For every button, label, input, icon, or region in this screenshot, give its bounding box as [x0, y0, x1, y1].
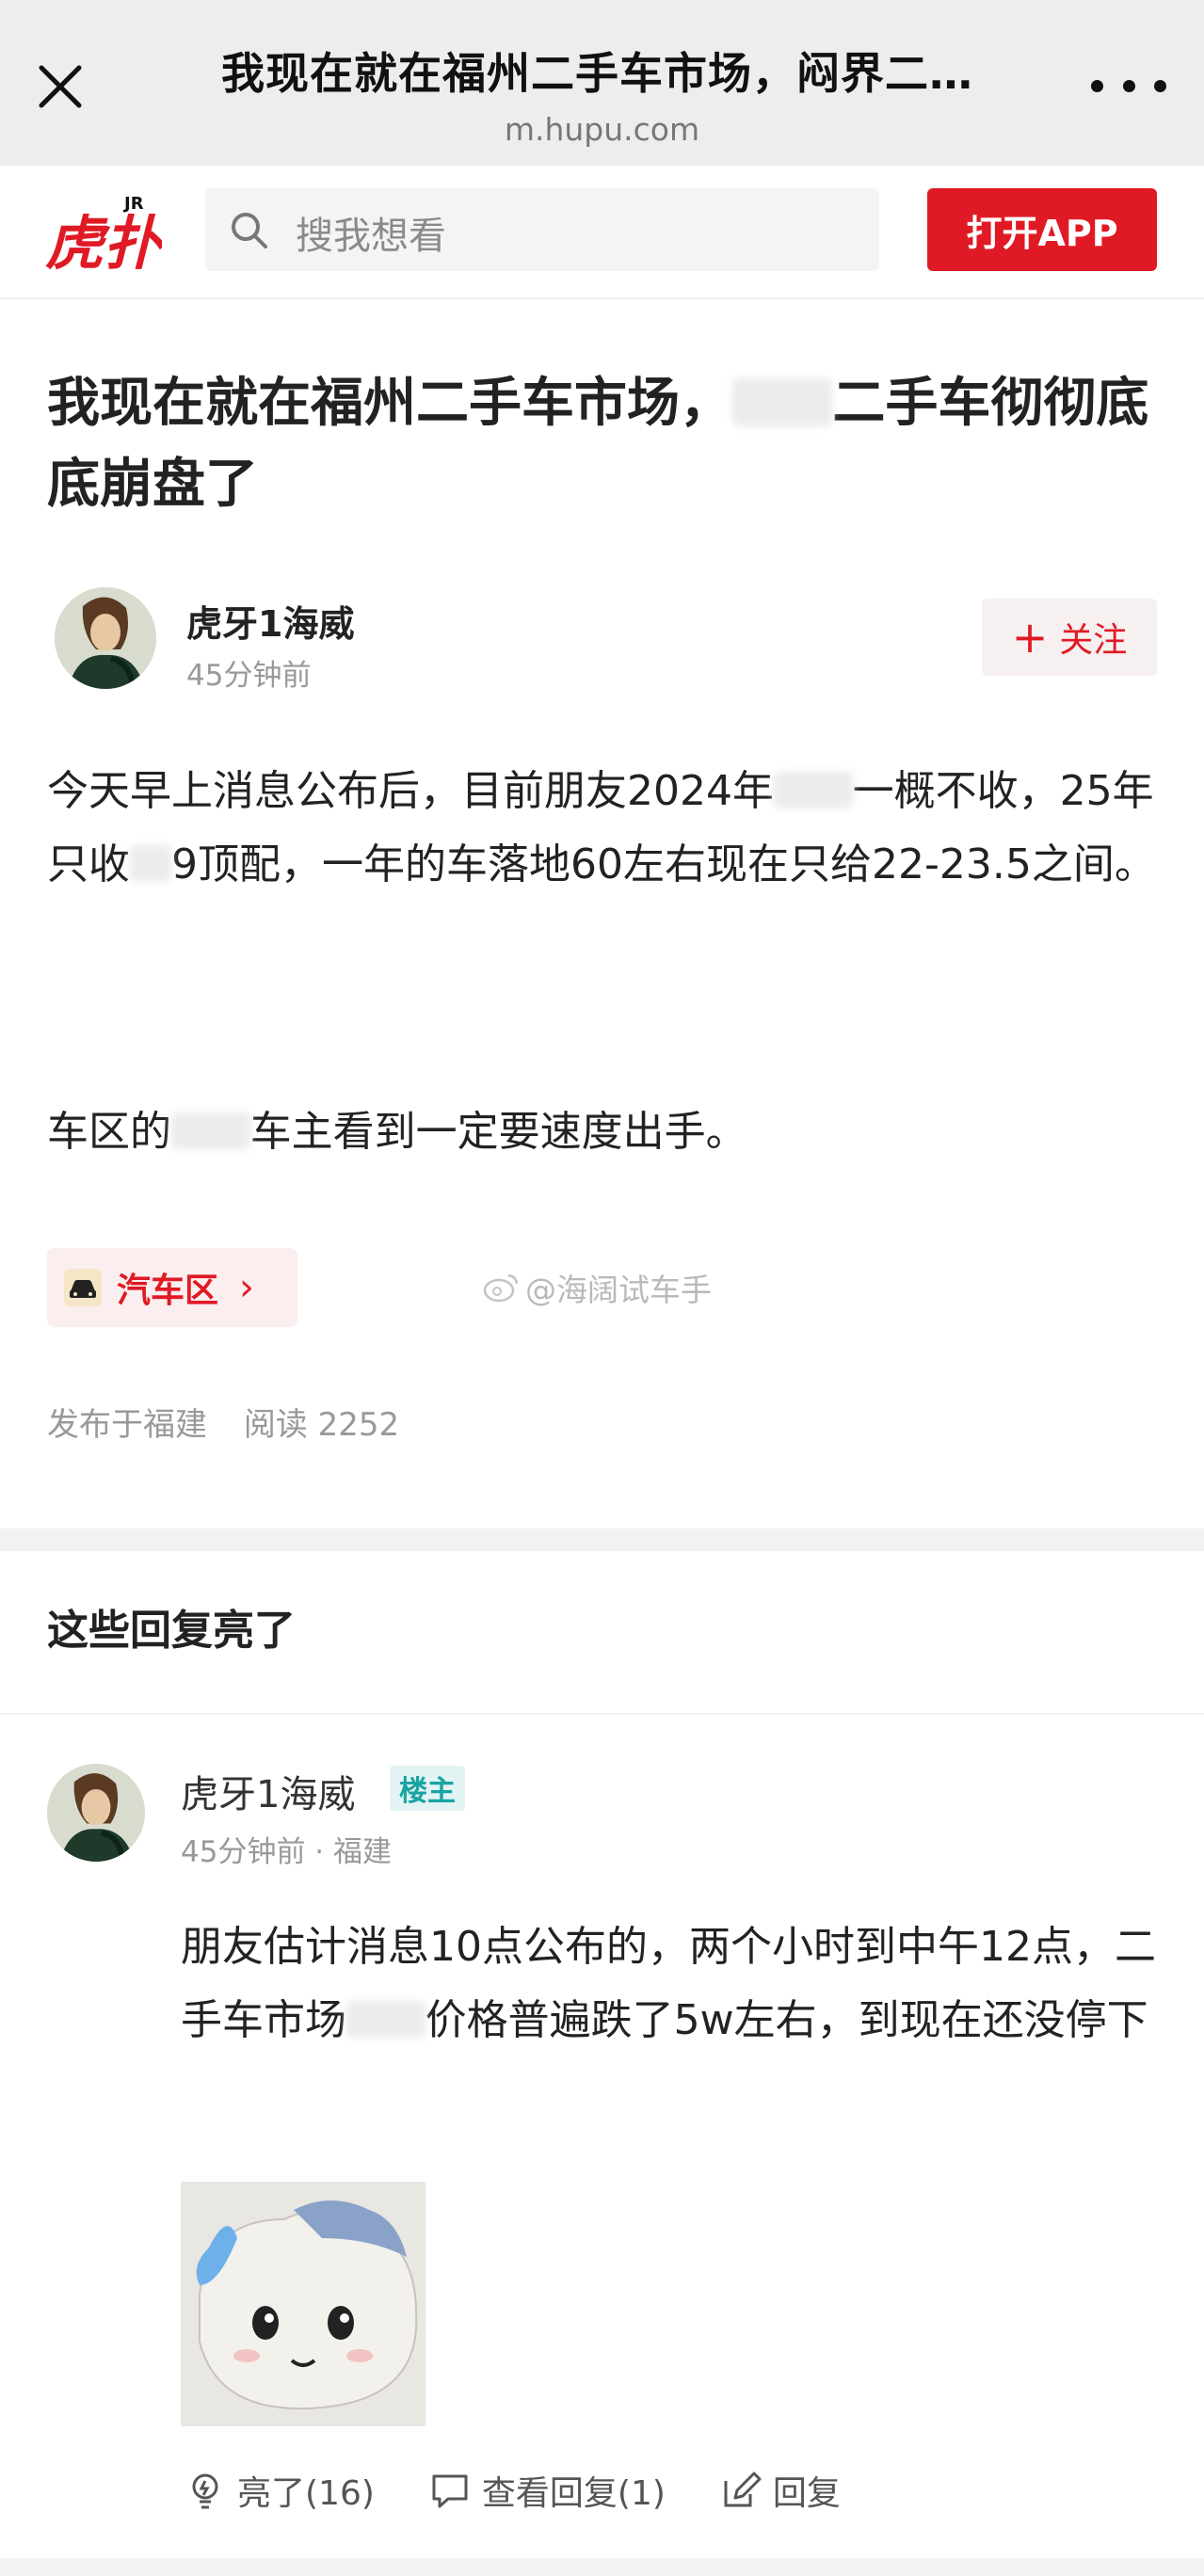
plus-icon: +	[1011, 612, 1049, 663]
reply-text: 朋友估计消息10点公布的，两个小时到中午12点，二手车市场 价格普遍跌了5w左右，…	[181, 1923, 1156, 2044]
browser-page-title: 我现在就在福州二手车市场，闷界二…	[221, 48, 973, 99]
browser-top-bar: 我现在就在福州二手车市场，闷界二… m.hupu.com	[0, 0, 1204, 166]
watermark: @海阔试车手	[482, 1265, 712, 1310]
reply-actions: 亮了(16) 查看回复(1) 回复	[185, 2462, 895, 2519]
blurred-text	[171, 1112, 250, 1150]
blurred-text	[130, 844, 171, 883]
site-header: 虎扑 JR 搜我想看 打开APP	[0, 166, 1204, 299]
follow-button[interactable]: + 关注	[982, 599, 1157, 676]
chevron-right-icon: ›	[239, 1266, 255, 1309]
browser-url: m.hupu.com	[504, 111, 700, 148]
hupu-logo[interactable]: 虎扑 JR	[45, 188, 166, 278]
blurred-text	[732, 378, 833, 426]
edit-icon	[724, 2472, 762, 2507]
bottom-divider	[0, 2558, 1204, 2576]
blurred-text	[773, 771, 853, 809]
close-button[interactable]	[32, 58, 88, 115]
weibo-icon	[483, 1273, 519, 1303]
section-divider	[0, 1528, 1204, 1551]
article-meta: 发布于福建 阅读 2252	[47, 1406, 400, 1444]
close-icon	[39, 65, 82, 108]
post-time: 45分钟前	[186, 659, 312, 693]
svg-text:JR: JR	[122, 194, 144, 214]
article-body-paragraph-2: 车区的 车主看到一定要速度出手。	[47, 1108, 747, 1156]
light-button[interactable]: 亮了(16)	[185, 2466, 375, 2515]
reply-time: 45分钟前 · 福建	[181, 1835, 393, 1869]
avatar[interactable]	[55, 587, 156, 689]
svg-text:虎扑: 虎扑	[45, 209, 162, 275]
car-icon	[64, 1269, 102, 1306]
lightbulb-icon	[192, 2473, 218, 2509]
highlighted-replies-heading: 这些回复亮了	[47, 1607, 296, 1655]
op-badge: 楼主	[390, 1766, 465, 1811]
more-options-button[interactable]	[1091, 72, 1166, 100]
comment-icon	[432, 2474, 468, 2508]
logo-icon: 虎扑 JR	[45, 194, 166, 278]
forum-tag-car-zone[interactable]: 汽车区 ›	[47, 1248, 297, 1327]
article-title: 我现在就在福州二手车市场， 二手车彻彻底底崩盘了	[47, 373, 1149, 515]
author-name[interactable]: 虎牙1海威	[186, 595, 354, 647]
search-placeholder: 搜我想看	[296, 215, 446, 258]
reply-author-name[interactable]: 虎牙1海威	[181, 1764, 355, 1818]
search-icon	[232, 213, 267, 248]
article-body: 今天早上消息公布后，目前朋友2024年 一概不收，25年只收 9顶配，一年的车落地6…	[47, 767, 1156, 888]
avatar[interactable]	[47, 1764, 145, 1862]
open-app-button[interactable]: 打开APP	[927, 188, 1157, 271]
blurred-text	[346, 2000, 425, 2039]
reply-button[interactable]: 回复	[720, 2466, 841, 2515]
search-input[interactable]: 搜我想看	[205, 188, 879, 271]
divider-line	[0, 1713, 1204, 1715]
more-dots-icon	[1091, 79, 1103, 92]
reply-sticker-image[interactable]	[181, 2182, 425, 2426]
view-replies-button[interactable]: 查看回复(1)	[429, 2466, 666, 2515]
